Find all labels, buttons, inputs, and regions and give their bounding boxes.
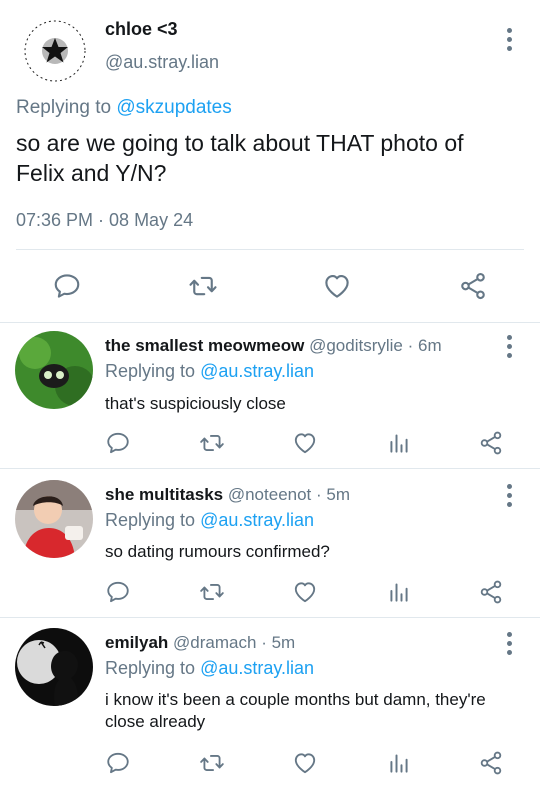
star-seal-avatar-icon (20, 16, 90, 86)
share-icon (478, 430, 504, 456)
retweet-button[interactable] (188, 271, 218, 301)
heart-icon (292, 430, 318, 456)
retweet-icon (199, 579, 225, 605)
green-frog-avatar-icon (15, 331, 93, 409)
reply-text: i know it's been a couple months but dam… (105, 690, 486, 731)
retweet-icon (188, 271, 218, 301)
retweet-button[interactable] (199, 579, 225, 605)
reply-button[interactable] (105, 579, 131, 605)
divider (0, 617, 540, 618)
reply-time: · 5m (316, 485, 351, 504)
reply-to-link[interactable]: @au.stray.lian (200, 361, 314, 381)
reply-time: · 6m (407, 336, 442, 355)
like-button[interactable] (292, 579, 318, 605)
divider (16, 249, 524, 250)
reply-icon (105, 750, 131, 776)
more-options-icon[interactable] (506, 484, 512, 507)
retweet-icon (199, 430, 225, 456)
handle[interactable]: @noteenot (228, 485, 311, 504)
reply-icon (52, 271, 82, 301)
reply-to-link[interactable]: @au.stray.lian (200, 510, 314, 530)
share-icon (458, 271, 488, 301)
display-name[interactable]: the smallest meowmeow (105, 336, 304, 355)
stats-icon (386, 430, 412, 456)
reply-header: she multitasks @noteenot · 5m (105, 485, 350, 505)
reply-to-link[interactable]: @au.stray.lian (200, 658, 314, 678)
more-options-icon[interactable] (506, 335, 512, 358)
handle[interactable]: @au.stray.lian (105, 52, 219, 73)
handle[interactable]: @goditsrylie (309, 336, 403, 355)
reply-button[interactable] (105, 430, 131, 456)
replying-to: Replying to @skzupdates (16, 97, 232, 119)
handle[interactable]: @dramach (173, 633, 256, 652)
replying-to-label: Replying to (16, 97, 112, 118)
reply-icon (105, 579, 131, 605)
reply-header: emilyah @dramach · 5m (105, 633, 295, 653)
like-button[interactable] (292, 750, 318, 776)
replying-to-label: Replying to (105, 510, 196, 530)
heart-icon (292, 579, 318, 605)
divider (0, 468, 540, 469)
reply-text: that's suspiciously close (105, 394, 286, 413)
reply-time: · 5m (261, 633, 296, 652)
heart-icon (322, 271, 352, 301)
tweet-text: so are we going to talk about THAT photo… (16, 130, 464, 186)
reply-text: so dating rumours confirmed? (105, 542, 330, 561)
reply-to-link[interactable]: @skzupdates (116, 97, 231, 118)
avatar[interactable] (15, 331, 93, 409)
display-name[interactable]: she multitasks (105, 485, 223, 504)
divider (0, 322, 540, 323)
share-button[interactable] (478, 430, 504, 456)
reply-icon (105, 430, 131, 456)
share-button[interactable] (478, 750, 504, 776)
retweet-button[interactable] (199, 430, 225, 456)
reply-button[interactable] (52, 271, 82, 301)
share-button[interactable] (458, 271, 488, 301)
more-options-icon[interactable] (506, 632, 512, 655)
replying-to: Replying to @au.stray.lian (105, 658, 314, 679)
tweet-timestamp: 07:36 PM · 08 May 24 (16, 210, 194, 230)
retweet-button[interactable] (199, 750, 225, 776)
silhouette-avatar-icon (15, 628, 93, 706)
more-options-icon[interactable] (506, 28, 512, 51)
analytics-button[interactable] (386, 750, 412, 776)
replying-to-label: Replying to (105, 361, 196, 381)
heart-icon (292, 750, 318, 776)
share-icon (478, 579, 504, 605)
stats-icon (386, 750, 412, 776)
share-icon (478, 750, 504, 776)
stats-icon (386, 579, 412, 605)
replying-to-label: Replying to (105, 658, 196, 678)
display-name[interactable]: chloe <3 (105, 19, 178, 40)
analytics-button[interactable] (386, 579, 412, 605)
retweet-icon (199, 750, 225, 776)
child-photo-avatar-icon (15, 480, 93, 558)
replying-to: Replying to @au.stray.lian (105, 510, 314, 531)
replying-to: Replying to @au.stray.lian (105, 361, 314, 382)
avatar[interactable] (15, 480, 93, 558)
reply-button[interactable] (105, 750, 131, 776)
reply-header: the smallest meowmeow @goditsrylie · 6m (105, 336, 442, 356)
avatar[interactable] (18, 14, 92, 88)
like-button[interactable] (292, 430, 318, 456)
avatar[interactable] (15, 628, 93, 706)
share-button[interactable] (478, 579, 504, 605)
like-button[interactable] (322, 271, 352, 301)
display-name[interactable]: emilyah (105, 633, 168, 652)
analytics-button[interactable] (386, 430, 412, 456)
